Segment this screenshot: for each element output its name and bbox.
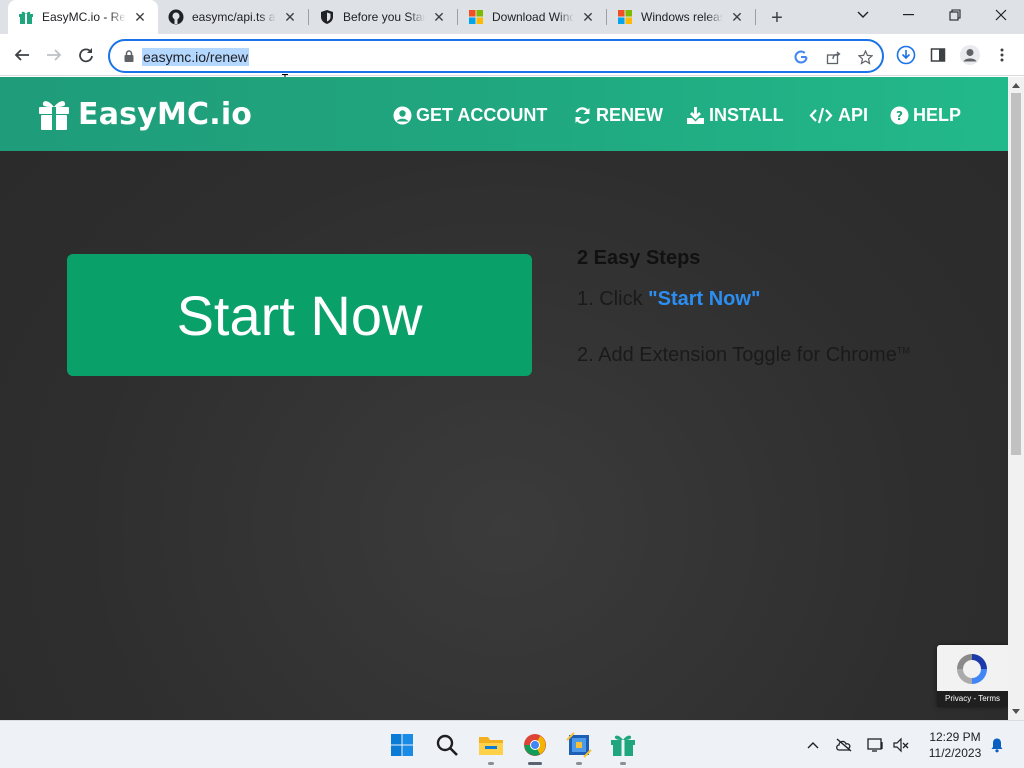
running-indicator — [528, 762, 542, 765]
site-logo[interactable]: EasyMC.io — [38, 95, 252, 133]
tab-search-button[interactable] — [840, 0, 886, 30]
file-explorer-icon[interactable] — [475, 729, 507, 765]
taskbar-clock[interactable]: 12:29 PM 11/2/2023 — [920, 729, 990, 761]
step-2: 2. Add Extension Toggle for ChromeTM — [577, 344, 910, 367]
browser-toolbar: easymc.io/renew — [0, 34, 1024, 90]
close-icon[interactable]: ✕ — [580, 9, 596, 25]
tab-title: EasyMC.io - Renew — [42, 10, 126, 24]
step-1-link[interactable]: "Start Now" — [648, 288, 760, 310]
tab-download-windows[interactable]: Download Windows ✕ — [458, 0, 606, 34]
user-circle-icon — [392, 105, 412, 125]
tab-strip: EasyMC.io - Renew ✕ easymc/api.ts at mai… — [0, 0, 1024, 34]
tab-title: easymc/api.ts at main — [192, 10, 276, 24]
volume-muted-icon[interactable] — [892, 736, 910, 754]
cloud-offline-icon[interactable] — [835, 736, 853, 754]
lock-icon[interactable] — [122, 49, 136, 63]
download-icon — [685, 105, 705, 125]
url-text[interactable]: easymc.io/renew — [142, 48, 250, 66]
forward-button[interactable] — [40, 41, 68, 69]
notification-bell-icon[interactable] — [988, 736, 1006, 754]
windows-logo-icon — [617, 9, 633, 25]
restore-button[interactable] — [932, 0, 978, 30]
close-window-button[interactable] — [978, 0, 1024, 30]
running-indicator — [620, 762, 626, 765]
recaptcha-badge[interactable]: Privacy - Terms — [937, 645, 1008, 707]
clock-time: 12:29 PM — [929, 730, 981, 744]
scroll-up-arrow-icon[interactable] — [1012, 83, 1020, 88]
nav-renew[interactable]: RENEW — [572, 103, 663, 127]
nav-install[interactable]: INSTALL — [685, 103, 784, 127]
refresh-icon — [572, 105, 592, 125]
chevron-up-icon[interactable] — [804, 736, 822, 754]
tab-title: Download Windows — [492, 10, 574, 24]
step-1-prefix: 1. Click — [577, 288, 649, 310]
gift-icon — [39, 101, 69, 130]
chrome-icon[interactable] — [519, 729, 551, 765]
tab-title: Before you Start — [343, 10, 425, 24]
scroll-down-arrow-icon[interactable] — [1012, 709, 1020, 714]
side-panel-icon[interactable] — [926, 43, 950, 67]
nav-label: RENEW — [596, 104, 663, 125]
code-icon — [808, 105, 834, 125]
shield-icon — [319, 9, 335, 25]
reload-button[interactable] — [72, 41, 100, 69]
nav-help[interactable]: ? HELP — [889, 103, 961, 127]
site-header: EasyMC.io GET ACCOUNT RENEW INSTALL API … — [0, 77, 1008, 151]
downloads-icon[interactable] — [894, 43, 918, 67]
step-2-text: 2. Add Extension Toggle for Chrome — [577, 344, 897, 366]
trademark-mark: TM — [896, 345, 910, 356]
virtualbox-icon[interactable] — [563, 729, 595, 765]
svg-text:?: ? — [896, 109, 903, 123]
nav-label: INSTALL — [709, 104, 784, 125]
profile-avatar-icon[interactable] — [958, 43, 982, 67]
recaptcha-legal-links[interactable]: Privacy - Terms — [937, 691, 1008, 707]
bookmark-star-icon[interactable] — [854, 46, 876, 68]
share-icon[interactable] — [822, 46, 844, 68]
running-indicator — [488, 762, 494, 765]
tab-easymc[interactable]: EasyMC.io - Renew ✕ — [8, 0, 158, 34]
step-1: 1. Click "Start Now" — [577, 288, 760, 311]
browser-window: EasyMC.io - Renew ✕ easymc/api.ts at mai… — [0, 0, 1024, 720]
page-content: EasyMC.io GET ACCOUNT RENEW INSTALL API … — [0, 77, 1008, 720]
close-icon[interactable]: ✕ — [282, 9, 298, 25]
tab-before-you-start[interactable]: Before you Start ✕ — [309, 0, 457, 34]
close-icon[interactable]: ✕ — [729, 9, 745, 25]
nav-label: HELP — [913, 104, 962, 125]
scrollbar-thumb[interactable] — [1011, 93, 1021, 455]
tab-title: Windows release — [641, 10, 723, 24]
tab-windows-release[interactable]: Windows release ✕ — [607, 0, 755, 34]
back-button[interactable] — [8, 41, 36, 69]
tab-github[interactable]: easymc/api.ts at main ✕ — [158, 0, 308, 34]
page-scrollbar[interactable] — [1008, 77, 1024, 720]
start-now-button[interactable]: Start Now — [67, 254, 532, 376]
running-indicator — [576, 762, 582, 765]
tab-separator — [755, 9, 756, 25]
nav-label: GET ACCOUNT — [416, 104, 548, 125]
nav-api[interactable]: API — [808, 103, 868, 127]
new-tab-button[interactable]: + — [766, 7, 788, 29]
search-icon[interactable] — [431, 729, 463, 761]
nav-label: API — [838, 104, 869, 125]
windows-taskbar: 12:29 PM 11/2/2023 — [0, 720, 1024, 768]
address-bar[interactable]: easymc.io/renew — [108, 39, 884, 73]
close-icon[interactable]: ✕ — [132, 9, 148, 25]
windows-start-icon[interactable] — [386, 729, 418, 761]
github-icon — [168, 9, 184, 25]
google-lens-icon[interactable] — [790, 46, 812, 68]
steps-title: 2 Easy Steps — [577, 247, 701, 269]
nav-get-account[interactable]: GET ACCOUNT — [392, 103, 547, 127]
gift-icon — [18, 9, 34, 25]
brand-name: EasyMC.io — [78, 96, 253, 132]
close-icon[interactable]: ✕ — [431, 9, 447, 25]
question-circle-icon: ? — [889, 105, 909, 125]
recaptcha-icon — [957, 654, 987, 684]
minimize-button[interactable] — [886, 0, 932, 30]
gift-app-icon[interactable] — [607, 729, 639, 765]
network-display-icon[interactable] — [867, 736, 885, 754]
clock-date: 11/2/2023 — [928, 746, 982, 760]
windows-logo-icon — [468, 9, 484, 25]
menu-kebab-icon[interactable] — [990, 43, 1014, 67]
